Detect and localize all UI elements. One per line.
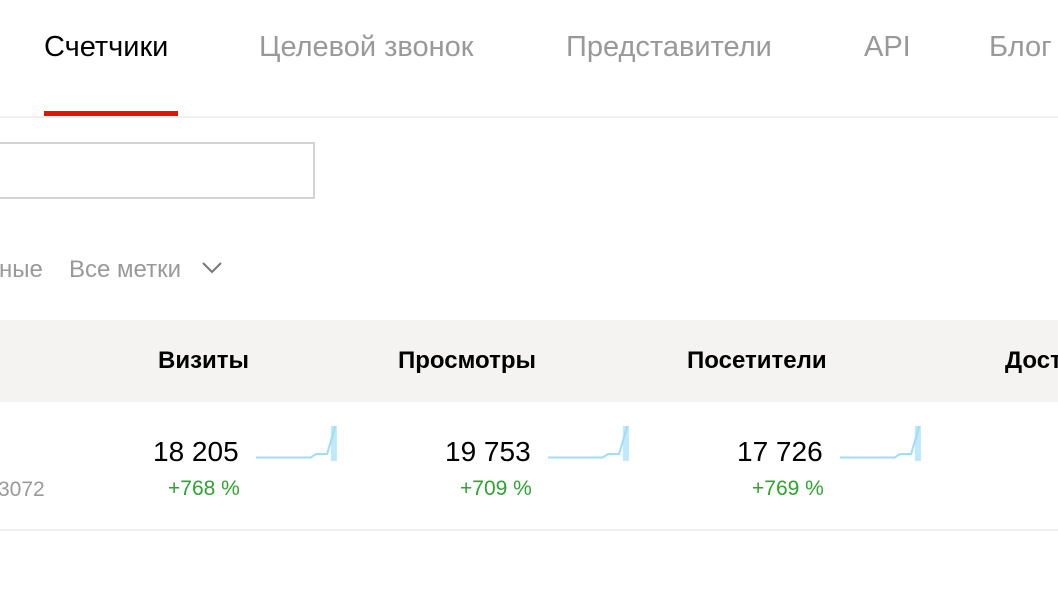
visits-value: 18 205: [153, 436, 239, 467]
column-header-visits[interactable]: Визиты: [158, 347, 249, 375]
spark-line: [548, 425, 629, 459]
search-input[interactable]: [0, 144, 313, 197]
spark-line: [256, 425, 337, 459]
visits-sparkline: [256, 425, 337, 461]
column-header-pageviews[interactable]: Просмотры: [398, 347, 536, 375]
top-tabs: Счетчики Целевой звонок Представители AP…: [0, 0, 1058, 118]
pageviews-value: 19 753: [445, 436, 531, 467]
counter-id: 3072: [0, 478, 45, 501]
tab-blog[interactable]: Блог: [989, 31, 1052, 64]
visitors-value: 17 726: [737, 436, 823, 467]
tab-api[interactable]: API: [864, 31, 911, 64]
row-divider: [0, 529, 1058, 531]
tags-filter-dropdown[interactable]: Все метки: [69, 256, 181, 284]
filter-partial[interactable]: ные: [0, 256, 43, 284]
tab-counters[interactable]: Счетчики: [44, 31, 168, 64]
spark-line: [840, 425, 921, 459]
tab-representatives[interactable]: Представители: [566, 31, 772, 64]
tab-target-call[interactable]: Целевой звонок: [259, 31, 473, 64]
chevron-down-icon[interactable]: [201, 260, 223, 276]
visitors-delta: +769 %: [752, 477, 824, 500]
column-header-partial[interactable]: Дост: [1005, 347, 1058, 375]
search-field[interactable]: [0, 142, 315, 199]
pageviews-sparkline: [548, 425, 629, 461]
column-header-visitors[interactable]: Посетители: [687, 347, 827, 375]
visits-delta: +768 %: [168, 477, 240, 500]
pageviews-delta: +709 %: [460, 477, 532, 500]
visitors-sparkline: [840, 425, 921, 461]
active-tab-indicator: [44, 111, 178, 116]
